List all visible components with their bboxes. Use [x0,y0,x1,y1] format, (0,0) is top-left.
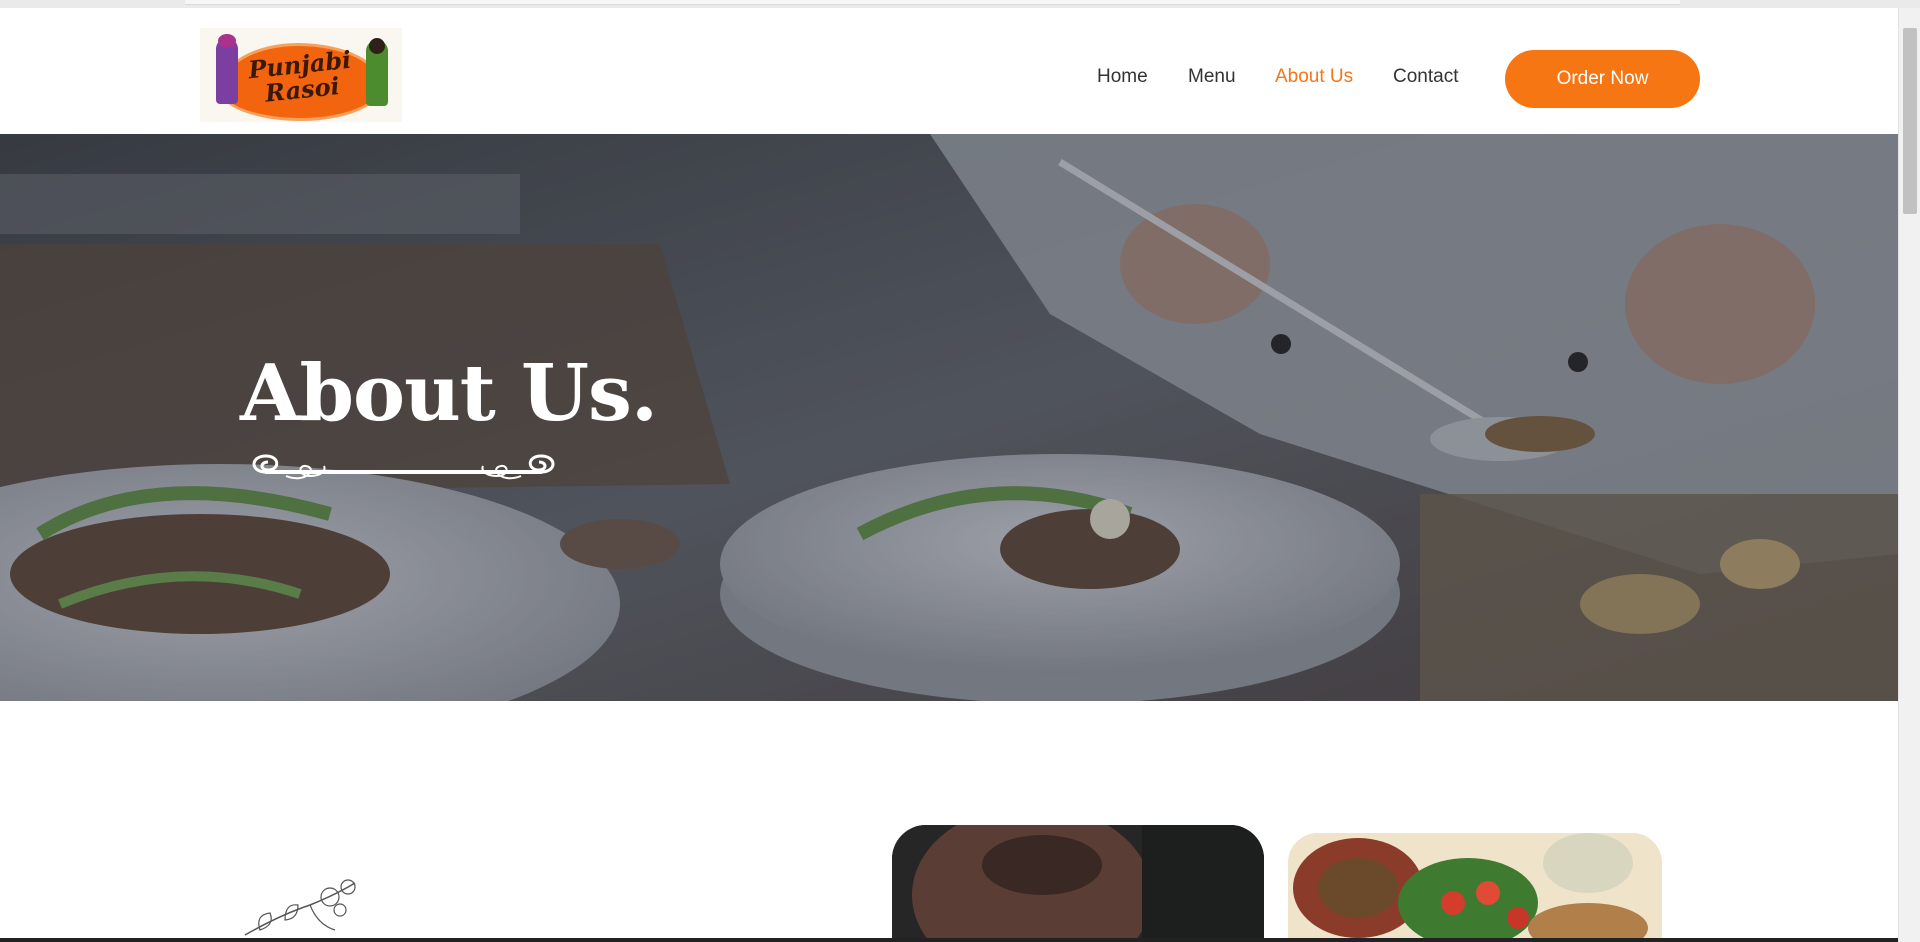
nav-home[interactable]: Home [1097,66,1148,88]
nav-menu[interactable]: Menu [1188,66,1236,88]
food-platter-card [1288,833,1662,942]
scrollbar-thumb[interactable] [1903,28,1917,214]
chef-photo [892,825,1264,942]
chef-photo-card [892,825,1264,942]
logo-man-figure-icon [216,34,238,104]
order-now-button[interactable]: Order Now [1505,50,1700,108]
logo-woman-figure-icon [366,38,388,106]
hero-banner: About Us. [0,134,1898,701]
browser-tab-strip [185,0,1680,5]
nav-contact[interactable]: Contact [1393,66,1458,88]
flourish-divider-icon [252,454,555,480]
browser-top-edge [0,0,1920,8]
page-scrollbar[interactable] [1898,8,1920,942]
food-platter-photo [1288,833,1662,942]
page-title: About Us. [240,348,658,439]
site-header: Punjabi Rasoi Home Menu About Us Contact… [0,8,1898,134]
window-bottom-edge [0,938,1898,942]
logo[interactable]: Punjabi Rasoi [200,28,402,122]
nav-about-us[interactable]: About Us [1275,66,1353,88]
logo-text: Punjabi Rasoi [246,44,353,108]
floral-sketch-icon [244,879,356,936]
